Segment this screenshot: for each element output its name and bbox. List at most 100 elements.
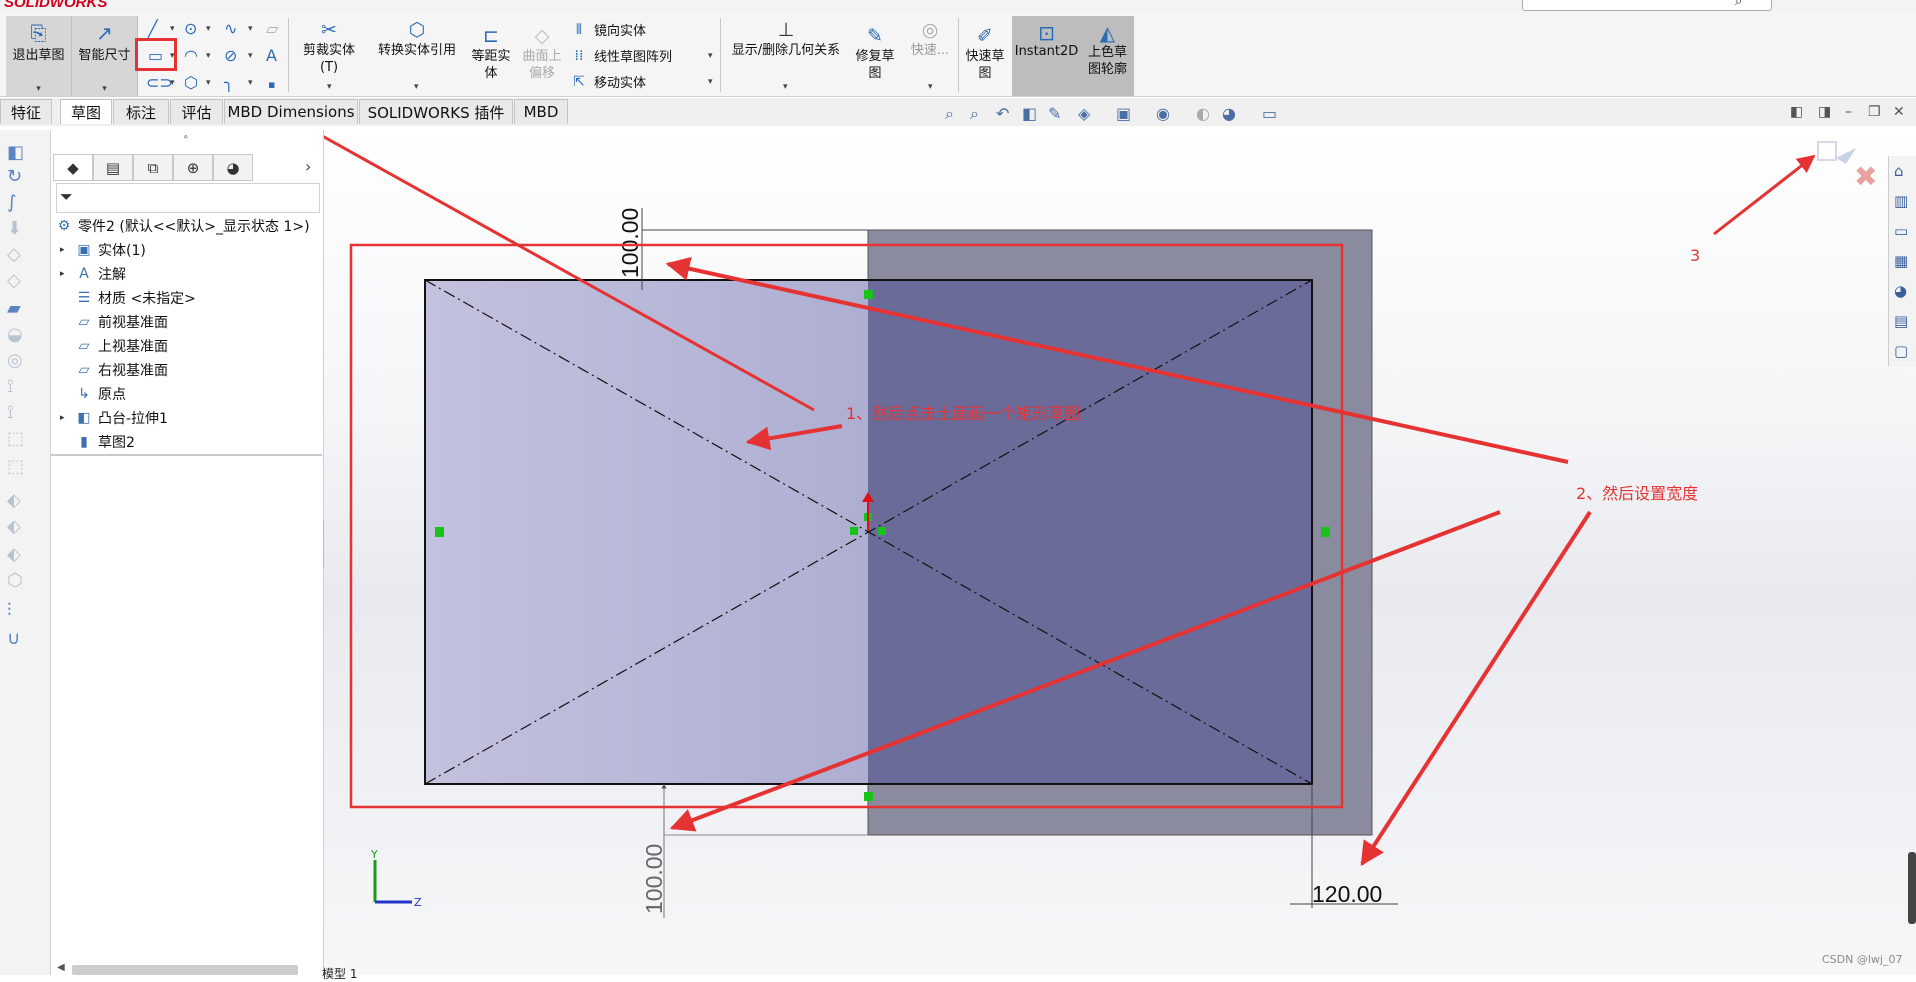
draft-icon[interactable]: ⬖ [7,516,21,537]
tile-left-icon[interactable]: ◧ [1790,104,1803,120]
expand-arrow-icon[interactable]: ▸ [60,245,74,255]
apply-scene-icon[interactable]: ◕ [1222,104,1236,123]
scroll-left-icon[interactable]: ◀ [57,962,65,973]
task-pane-slider[interactable] [1908,852,1916,924]
text-icon[interactable]: A [266,47,277,65]
zoom-to-fit-icon[interactable]: ⌕ [945,104,954,124]
trim-entities-button[interactable]: ✂ 剪裁实体(T) [294,18,364,76]
swept-boss-icon[interactable]: ∫ [7,192,16,213]
wrap-icon[interactable]: ⬡ [7,570,23,591]
slot-icon[interactable]: ⊂⊃ [146,74,173,92]
boundary-boss-icon[interactable]: ◇ [7,244,21,265]
appearances-icon[interactable]: ◕ [1894,282,1907,300]
horizontal-scrollbar[interactable] [72,965,298,975]
tree-item[interactable]: ▸ A 注解 [60,262,126,286]
sketch-rectangle-region[interactable] [425,280,868,784]
panel-grip[interactable]: ⚬ [182,133,190,143]
tab-solidworks-addins[interactable]: SOLIDWORKS 插件 [359,99,513,124]
tab-markup[interactable]: 标注 [113,99,169,124]
chevron-down-icon[interactable]: ▾ [170,24,175,34]
mirror-entities-button[interactable]: ⫴ 镜向实体 [570,20,646,40]
graphics-area[interactable]: 100.00 100.00 120.00 Y Z [324,126,1916,975]
linear-pattern-feature-icon[interactable]: ⬚ [7,456,24,477]
offset-surface-button[interactable]: ◇ 曲面上偏移 [518,24,566,82]
tab-configuration-manager[interactable]: ⧉ [133,154,173,181]
close-icon[interactable]: ✕ [1893,104,1905,120]
tab-mbd[interactable]: MBD [514,99,568,124]
point-icon[interactable]: ▪ [268,76,275,94]
line-icon[interactable]: ╱ [148,20,158,38]
tree-item[interactable]: ▱ 前视基准面 [60,310,168,334]
rib-icon[interactable]: ⬖ [7,490,21,511]
restore-icon[interactable]: ❐ [1868,104,1881,120]
dimension-height-bottom[interactable]: 100.00 [641,844,667,914]
shaded-sketch-contours-button[interactable]: ◭ 上色草图轮廓 [1082,16,1134,96]
chevron-down-icon[interactable]: ▾ [248,51,253,61]
exit-sketch-button[interactable]: ⎘ 退出草图 ▾ [6,16,72,96]
plane-tool-icon[interactable]: ▱ [266,20,278,38]
search-icon[interactable]: ⌕ [1735,0,1742,9]
minimize-icon[interactable]: – [1845,104,1852,120]
horizontal-relation-icon[interactable] [864,792,873,801]
tree-item[interactable]: ▸ ▣ 实体(1) [60,238,146,262]
swept-cut-icon[interactable]: ◎ [7,350,23,371]
hide-show-items-icon[interactable]: ◉ [1156,104,1170,123]
circle-icon[interactable]: ⊙ [184,20,197,38]
view-orientation-icon[interactable]: ◈ [1078,104,1090,123]
tree-item[interactable]: ▱ 上视基准面 [60,334,168,358]
chevron-down-icon[interactable]: ▾ [170,78,175,88]
smart-dimension-button[interactable]: ↗ 智能尺寸 ▾ [72,16,138,96]
feature-tree-filter[interactable] [56,183,320,213]
ellipse-icon[interactable]: ⊘ [224,47,237,65]
chevron-down-icon[interactable]: ▾ [708,77,713,87]
horizontal-relation-icon[interactable] [864,290,873,299]
display-relations-button[interactable]: ⊥ 显示/删除几何关系 [724,18,848,59]
fillet-feature-icon[interactable]: ⬚ [7,428,24,449]
extruded-boss-icon[interactable]: ◧ [7,142,24,163]
confirmation-corner-exit-icon[interactable] [1836,148,1856,164]
tab-display-manager[interactable]: ◕ [213,154,253,181]
section-view-icon[interactable]: ◧ [1022,104,1037,123]
chevron-down-icon[interactable]: ▾ [206,24,211,34]
custom-properties-icon[interactable]: ▤ [1894,312,1908,330]
tab-evaluate[interactable]: 评估 [170,99,223,124]
tab-dimxpert-manager[interactable]: ⊕ [173,154,213,181]
chevron-down-icon[interactable]: ▾ [928,82,933,92]
shell-icon[interactable]: ⬖ [7,544,21,565]
chevron-down-icon[interactable]: ▾ [102,84,107,94]
quick-snaps-button[interactable]: ◎ 快速... [904,18,956,59]
chevron-down-icon[interactable]: ▾ [206,78,211,88]
tab-sketch[interactable]: 草图 [60,99,112,124]
expand-arrow-icon[interactable]: ▸ [60,269,74,279]
tab-features[interactable]: 特征 [0,99,52,124]
expand-arrow-icon[interactable]: ▸ [60,413,74,423]
tree-item[interactable]: ☰ 材质 <未指定> [60,286,196,310]
dimension-height-top[interactable]: 100.00 [617,208,643,278]
zoom-to-area-icon[interactable]: ⌕ [970,104,979,124]
coincident-relation-icon[interactable] [850,527,858,535]
view-settings-icon[interactable]: ▭ [1262,104,1277,123]
cancel-sketch-icon[interactable]: ✖ [1854,160,1877,193]
fillet-icon[interactable]: ╮ [224,74,234,92]
edit-appearance-icon[interactable]: ◐ [1196,104,1210,123]
tab-mbd-dimensions[interactable]: MBD Dimensions [224,99,358,124]
vertical-relation-icon[interactable] [1321,527,1330,537]
confirmation-corner-sketch-icon[interactable] [1817,141,1837,161]
chevron-down-icon[interactable]: ▾ [36,84,41,94]
arc-icon[interactable]: ◠ [184,47,198,65]
dynamic-annotation-icon[interactable]: ✎ [1048,104,1061,123]
extruded-cut-icon[interactable]: ◇ [7,270,21,291]
view-palette-icon[interactable]: ▦ [1894,252,1908,270]
tree-item[interactable]: ↳ 原点 [60,382,126,406]
design-library-icon[interactable]: ▥ [1894,192,1908,210]
tree-item[interactable]: ▸ ◧ 凸台-拉伸1 [60,406,168,430]
tree-item[interactable]: ▮ 草图2 [60,430,135,454]
forum-icon[interactable]: ▢ [1894,342,1908,360]
hole-wizard-icon[interactable]: ▰ [7,298,21,319]
tab-feature-tree[interactable]: ◆ [53,154,93,181]
chevron-right-icon[interactable]: › [305,157,311,176]
tree-root-part[interactable]: ⚙ 零件2 (默认<<默认>_显示状态 1>) [54,214,310,238]
revolved-cut-icon[interactable]: ◒ [7,324,23,345]
repair-sketch-button[interactable]: ✎ 修复草图 [850,24,900,82]
file-explorer-icon[interactable]: ▭ [1894,222,1908,240]
